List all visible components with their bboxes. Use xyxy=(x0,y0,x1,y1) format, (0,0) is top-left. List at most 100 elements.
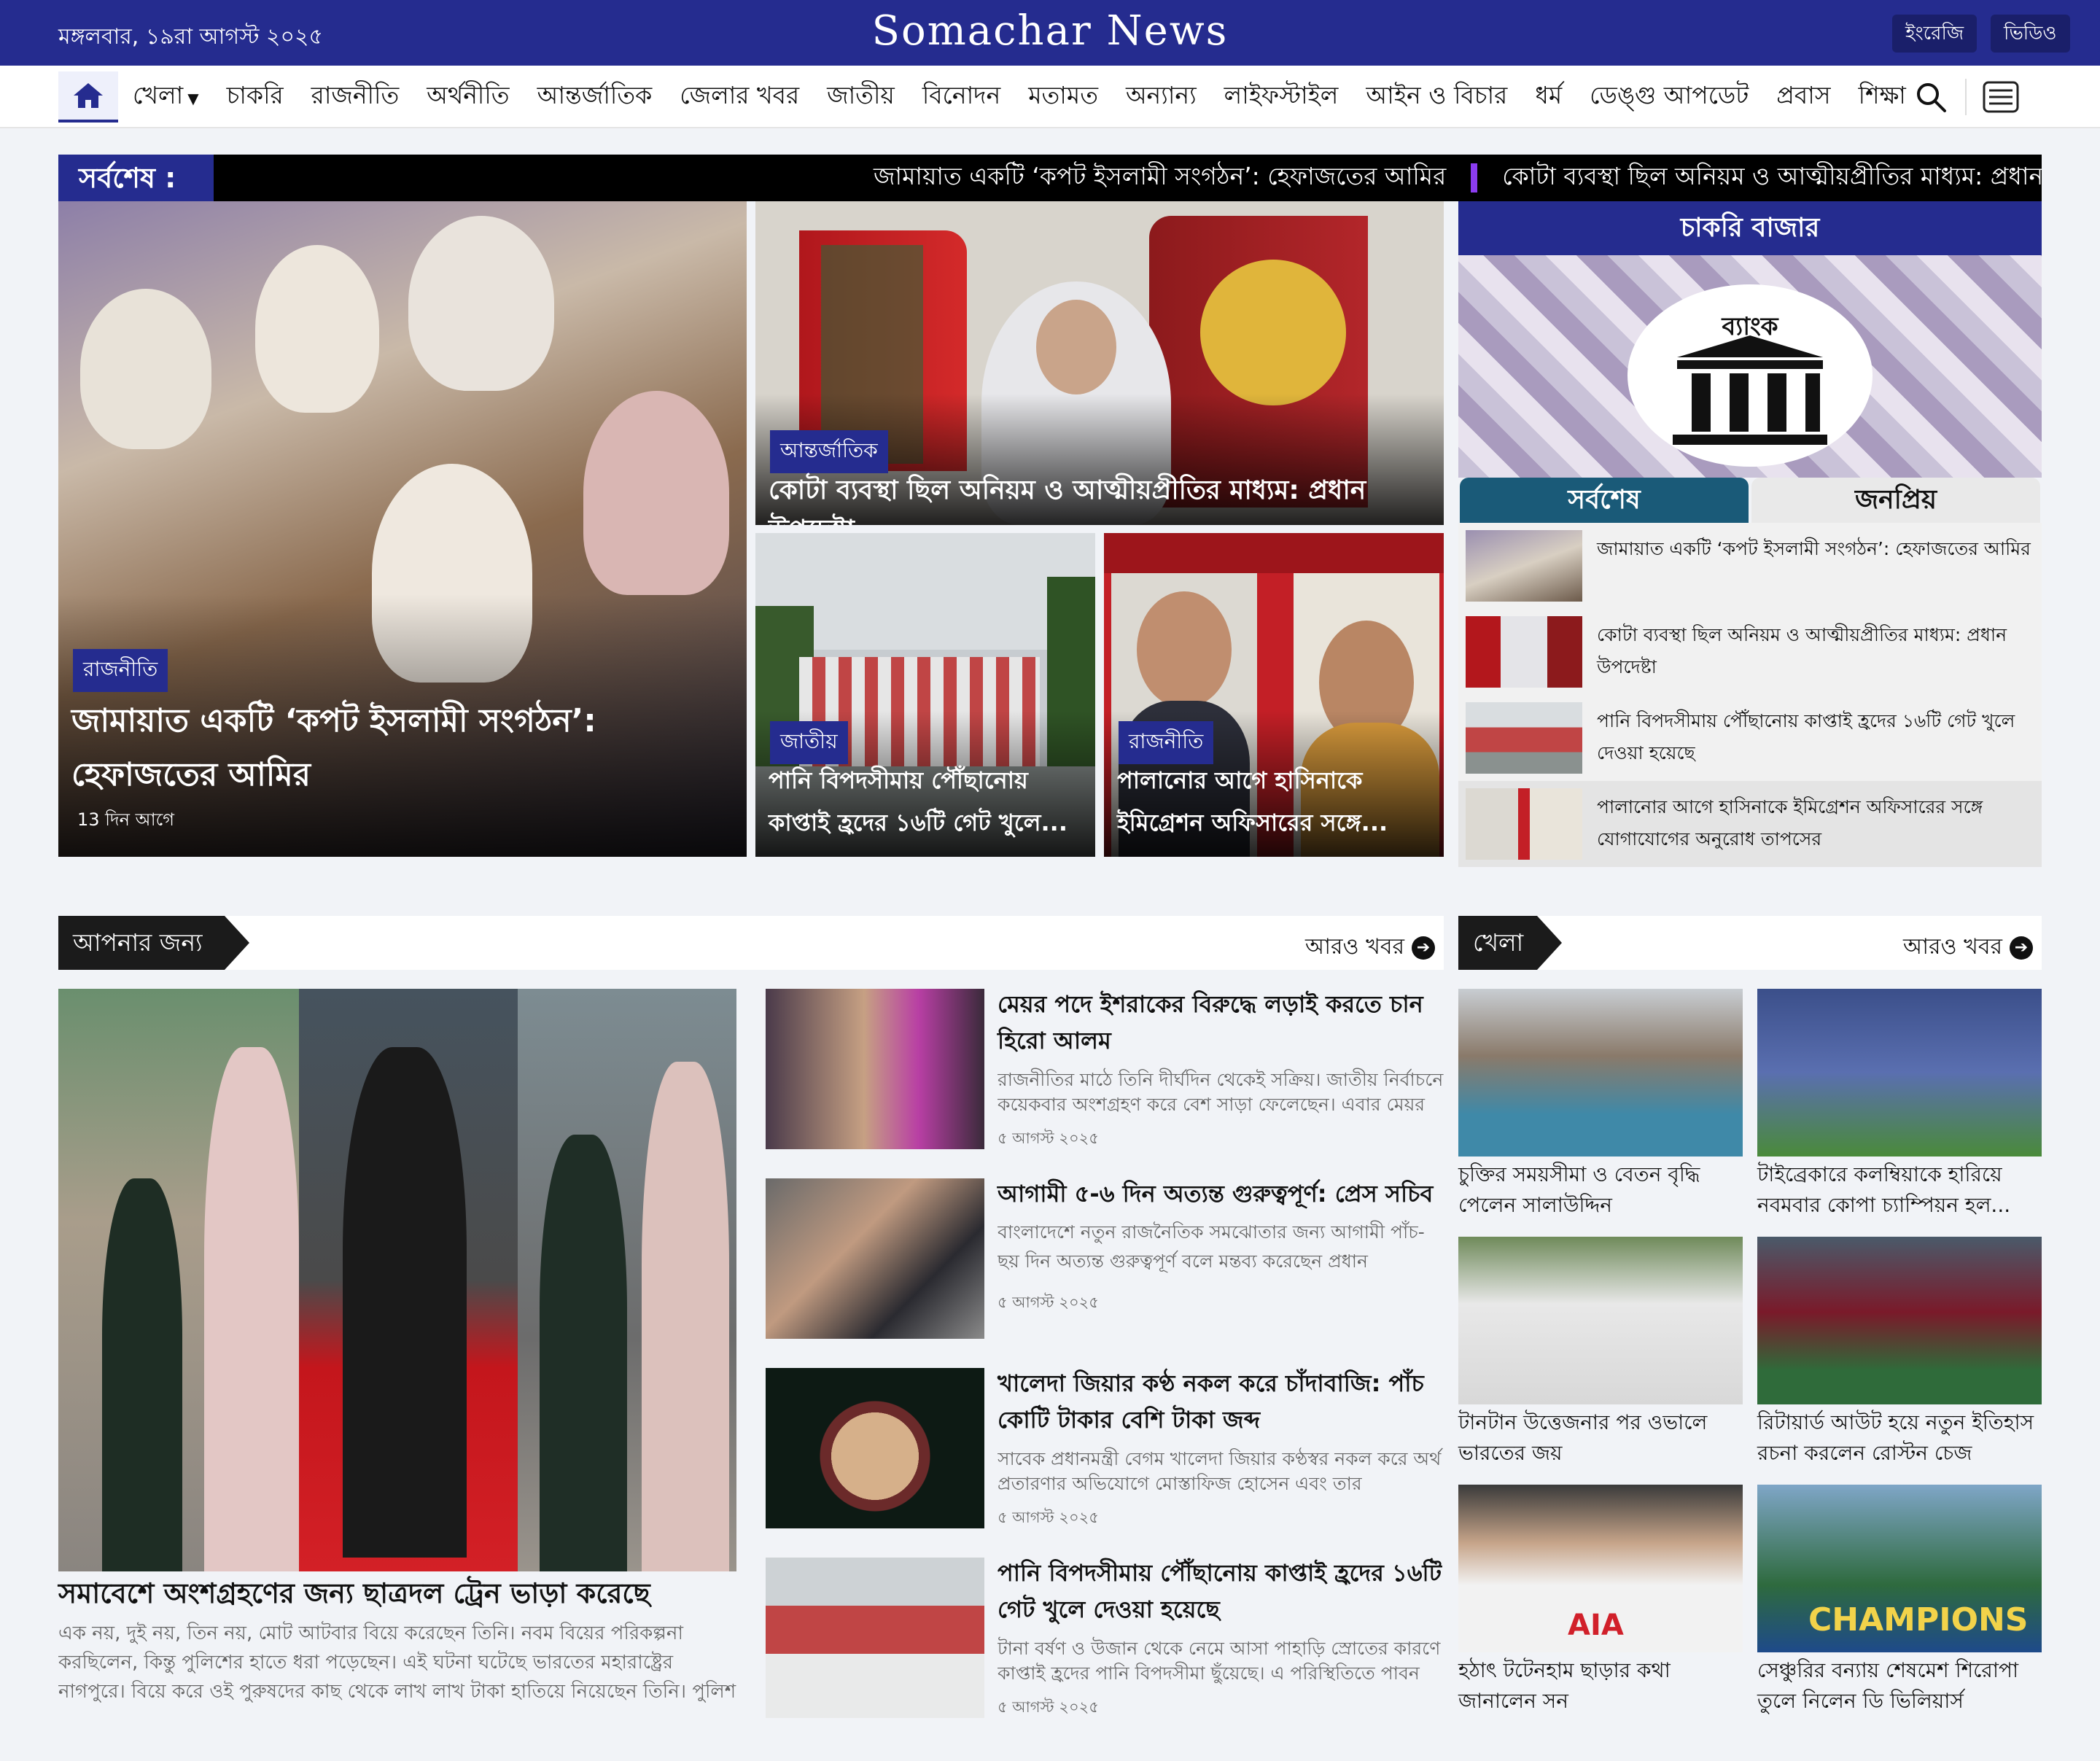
nav-item-international[interactable]: আন্তর্জাতিক xyxy=(537,77,653,117)
hero-bottom-left-card[interactable]: জাতীয় পানি বিপদসীমায় পৌঁছানোয় কাপ্তাই… xyxy=(755,533,1095,857)
for-you-lead-desc: এক নয়, দুই নয়, তিন নয়, মোট আটবার বিয়… xyxy=(58,1622,736,1703)
hero-main-title[interactable]: জামায়াত একটি ‘কপট ইসলামী সংগঠন’: হেফাজত… xyxy=(71,694,728,802)
list-item-thumbnail xyxy=(1466,616,1582,688)
hero-top-card[interactable]: আন্তর্জাতিক কোটা ব্যবস্থা ছিল অনিয়ম ও আ… xyxy=(755,201,1444,525)
nav-item-politics[interactable]: রাজনীতি xyxy=(311,77,400,117)
sports-title[interactable]: সেঞ্চুরির বন্যায় শেষমেশ শিরোপা তুলে নিল… xyxy=(1757,1655,2042,1717)
sports-title[interactable]: টাইব্রেকারে কলম্বিয়াকে হারিয়ে নবমবার ক… xyxy=(1757,1159,2042,1221)
nav-item-lifestyle[interactable]: লাইফস্টাইল xyxy=(1224,77,1339,117)
story-desc: সাবেক প্রধানমন্ত্রী বেগম খালেদা জিয়ার ক… xyxy=(998,1448,1442,1494)
chevron-down-icon: ▼ xyxy=(187,90,199,107)
story-title[interactable]: মেয়র পদে ইশরাকের বিরুদ্ধে লড়াই করতে চা… xyxy=(998,986,1444,1059)
ticker-label: সর্বশেষ : xyxy=(58,155,214,201)
ticker-separator xyxy=(1471,163,1478,193)
for-you-lead-image[interactable] xyxy=(58,989,736,1571)
story-title[interactable]: আগামী ৫-৬ দিন অত্যন্ত গুরুত্বপূর্ণ: প্রে… xyxy=(998,1175,1444,1212)
section-arrow xyxy=(225,916,249,970)
ticker-item[interactable]: কোটা ব্যবস্থা ছিল অনিয়ম ও আত্মীয়প্রীতি… xyxy=(1502,158,2042,198)
sports-thumbnail[interactable] xyxy=(1757,1237,2042,1404)
search-icon[interactable] xyxy=(1914,80,1948,114)
ticker-items: জামায়াত একটি ‘কপট ইসলামী সংগঠন’: হেফাজত… xyxy=(874,155,2042,201)
section-arrow xyxy=(1537,916,1562,970)
list-item[interactable]: কোটা ব্যবস্থা ছিল অনিয়ম ও আত্মীয়প্রীতি… xyxy=(1458,609,2042,695)
nav-item-economy[interactable]: অর্থনীতি xyxy=(427,77,509,117)
sports-thumbnail[interactable]: AIA xyxy=(1458,1485,1743,1652)
list-item-title: জামায়াত একটি ‘কপট ইসলামী সংগঠন’: হেফাজত… xyxy=(1597,538,2031,559)
story-desc: বাংলাদেশে নতুন রাজনৈতিক সমঝোতার জন্য আগা… xyxy=(998,1221,1425,1272)
arrow-right-icon: ➔ xyxy=(2010,936,2034,960)
nav-item-opinion[interactable]: মতামত xyxy=(1028,77,1098,117)
hero-top-title[interactable]: কোটা ব্যবস্থা ছিল অনিয়ম ও আত্মীয়প্রীতি… xyxy=(769,471,1425,525)
hero-bottom-right-title[interactable]: পালানোর আগে হাসিনাকে ইমিগ্রেশন অফিসারের … xyxy=(1117,759,1431,844)
latest-news-list: জামায়াত একটি ‘কপট ইসলামী সংগঠন’: হেফাজত… xyxy=(1458,523,2042,867)
tab-popular[interactable]: জনপ্রিয় xyxy=(1751,478,2040,523)
nav-item-dengue[interactable]: ডেঙ্গু আপডেট xyxy=(1590,77,1749,117)
category-badge[interactable]: আন্তর্জাতিক xyxy=(770,430,888,473)
nav-item-law[interactable]: আইন ও বিচার xyxy=(1366,77,1507,117)
hero-main-card[interactable]: রাজনীতি জামায়াত একটি ‘কপট ইসলামী সংগঠন’… xyxy=(58,201,747,857)
sports-title[interactable]: চুক্তির সময়সীমা ও বেতন বৃদ্ধি পেলেন সাল… xyxy=(1458,1159,1743,1221)
for-you-lead-title[interactable]: সমাবেশে অংশগ্রহণের জন্য ছাত্রদল ট্রেন ভা… xyxy=(58,1575,736,1612)
category-badge[interactable]: রাজনীতি xyxy=(73,649,168,692)
more-label: আরও খবর xyxy=(1305,934,1405,960)
hero-bottom-right-card[interactable]: রাজনীতি পালানোর আগে হাসিনাকে ইমিগ্রেশন অ… xyxy=(1104,533,1444,857)
nav-item-district[interactable]: জেলার খবর xyxy=(680,77,799,117)
story-thumbnail[interactable] xyxy=(766,989,984,1149)
story-title[interactable]: পানি বিপদসীমায় পৌঁছানোয় কাপ্তাই হ্রদের… xyxy=(998,1555,1444,1628)
nav-item-sports[interactable]: খেলা ▼ xyxy=(133,77,199,117)
sports-title[interactable]: হঠাৎ টটেনহাম ছাড়ার কথা জানালেন সন xyxy=(1458,1655,1743,1717)
story-desc: টানা বর্ষণ ও উজান থেকে নেমে আসা পাহাড়ি … xyxy=(998,1638,1441,1684)
hero-bottom-left-title[interactable]: পানি বিপদসীমায় পৌঁছানোয় কাপ্তাই হ্রদের… xyxy=(769,759,1082,844)
list-item-title: পানি বিপদসীমায় পৌঁছানোয় কাপ্তাই হ্রদের… xyxy=(1597,710,2015,763)
story-date: ৫ আগস্ট ২০২৫ xyxy=(998,1130,1099,1147)
nav-item-education[interactable]: শিক্ষা xyxy=(1859,77,1906,117)
sports-more-link[interactable]: আরও খবর ➔ xyxy=(1903,929,2034,966)
nav-item-others[interactable]: অন্যান্য xyxy=(1126,77,1197,117)
list-item-thumbnail xyxy=(1466,788,1582,860)
category-badge[interactable]: রাজনীতি xyxy=(1119,721,1214,764)
ticker-item[interactable]: জামায়াত একটি ‘কপট ইসলামী সংগঠন’: হেফাজত… xyxy=(874,158,1446,198)
story-thumbnail[interactable] xyxy=(766,1178,984,1339)
sports-thumbnail[interactable] xyxy=(1458,1237,1743,1404)
for-you-title: আপনার জন্য xyxy=(58,916,225,970)
nav-item-religion[interactable]: ধর্ম xyxy=(1535,77,1562,117)
story-thumbnail[interactable] xyxy=(766,1558,984,1718)
sports-title[interactable]: টানটান উত্তেজনার পর ওভালে ভারতের জয় xyxy=(1458,1407,1743,1469)
arrow-right-icon: ➔ xyxy=(1412,936,1436,960)
champions-banner-text: CHAMPIONS xyxy=(1808,1601,2029,1638)
home-button[interactable] xyxy=(58,71,118,123)
list-item[interactable]: পালানোর আগে হাসিনাকে ইমিগ্রেশন অফিসারের … xyxy=(1458,781,2042,867)
nav-item-expat[interactable]: প্রবাস xyxy=(1776,77,1830,117)
story-title[interactable]: খালেদা জিয়ার কণ্ঠ নকল করে চাঁদাবাজি: পা… xyxy=(998,1365,1444,1438)
video-button[interactable]: ভিডিও xyxy=(1991,15,2070,53)
sports-title[interactable]: রিটায়ার্ড আউট হয়ে নতুন ইতিহাস রচনা করল… xyxy=(1757,1407,2042,1469)
list-item[interactable]: পানি বিপদসীমায় পৌঁছানোয় কাপ্তাই হ্রদের… xyxy=(1458,695,2042,781)
nav-item-national[interactable]: জাতীয় xyxy=(827,77,895,117)
story-date: ৫ আগস্ট ২০২৫ xyxy=(998,1294,1099,1311)
sports-thumbnail[interactable] xyxy=(1757,989,2042,1156)
sports-title: খেলা xyxy=(1458,916,1537,970)
list-item-title: কোটা ব্যবস্থা ছিল অনিয়ম ও আত্মীয়প্রীতি… xyxy=(1597,624,2007,677)
job-market-banner[interactable]: ব্যাংক xyxy=(1458,255,2042,478)
list-item-thumbnail xyxy=(1466,530,1582,602)
nav-menu: খেলা ▼ চাকরি রাজনীতি অর্থনীতি আন্তর্জাতিক… xyxy=(133,66,1906,128)
nav-item-entertainment[interactable]: বিনোদন xyxy=(922,77,1000,117)
for-you-more-link[interactable]: আরও খবর ➔ xyxy=(1305,929,1436,966)
story-thumbnail[interactable] xyxy=(766,1368,984,1528)
for-you-header: আপনার জন্য আরও খবর ➔ xyxy=(58,916,1444,970)
top-bar: মঙ্গলবার, ১৯রা আগস্ট ২০২৫ Somachar News … xyxy=(0,0,2100,66)
nav-item-jobs[interactable]: চাকরি xyxy=(227,77,284,117)
category-badge[interactable]: জাতীয় xyxy=(770,721,848,764)
job-market-title[interactable]: চাকরি বাজার xyxy=(1458,201,2042,255)
site-logo[interactable]: Somachar News xyxy=(0,7,2100,55)
story-date: ৫ আগস্ট ২০২৫ xyxy=(998,1509,1099,1526)
jersey-sponsor-text: AIA xyxy=(1568,1609,1624,1642)
english-button[interactable]: ইংরেজি xyxy=(1892,15,1978,53)
menu-icon[interactable] xyxy=(1982,80,2020,114)
list-item[interactable]: জামায়াত একটি ‘কপট ইসলামী সংগঠন’: হেফাজত… xyxy=(1458,523,2042,609)
list-item-thumbnail xyxy=(1466,702,1582,774)
sports-thumbnail[interactable] xyxy=(1458,989,1743,1156)
sports-thumbnail[interactable]: CHAMPIONS xyxy=(1757,1485,2042,1652)
bank-logo: ব্যাংক xyxy=(1628,284,1872,467)
tab-latest[interactable]: সর্বশেষ xyxy=(1460,478,1749,523)
